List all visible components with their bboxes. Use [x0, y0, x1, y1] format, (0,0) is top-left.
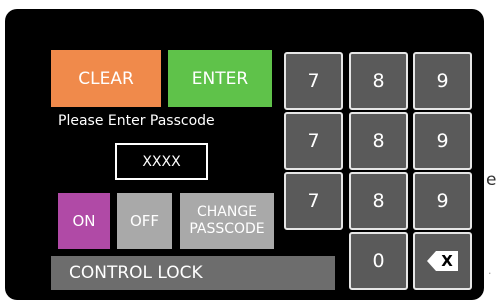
title-label: CONTROL LOCK	[69, 263, 203, 283]
key-9[interactable]: 9	[413, 112, 472, 170]
enter-button[interactable]: ENTER	[168, 50, 272, 107]
backspace-icon: X	[427, 251, 458, 271]
key-9[interactable]: 9	[413, 52, 472, 110]
passcode-prompt: Please Enter Passcode	[58, 113, 215, 129]
cropped-text-fragment-2: .	[488, 264, 492, 277]
key-7[interactable]: 7	[284, 112, 343, 170]
off-button[interactable]: OFF	[117, 193, 172, 249]
change-passcode-label-line1: CHANGE	[196, 204, 258, 221]
on-button[interactable]: ON	[58, 193, 110, 249]
key-7[interactable]: 7	[284, 172, 343, 230]
device-bezel: CLEAR ENTER Please Enter Passcode XXXX O…	[5, 9, 484, 300]
backspace-button[interactable]: X	[413, 232, 472, 290]
control-lock-title: CONTROL LOCK	[51, 256, 335, 290]
backspace-icon-label: X	[436, 251, 458, 271]
key-8[interactable]: 8	[349, 52, 408, 110]
change-passcode-button[interactable]: CHANGE PASSCODE	[180, 193, 274, 249]
cropped-text-fragment: e	[486, 170, 497, 190]
passcode-display: XXXX	[115, 143, 208, 180]
touch-screen: CLEAR ENTER Please Enter Passcode XXXX O…	[51, 48, 475, 290]
key-8[interactable]: 8	[349, 112, 408, 170]
clear-button[interactable]: CLEAR	[51, 50, 161, 107]
key-7[interactable]: 7	[284, 52, 343, 110]
key-9[interactable]: 9	[413, 172, 472, 230]
change-passcode-label-line2: PASSCODE	[189, 221, 265, 237]
key-8[interactable]: 8	[349, 172, 408, 230]
key-0[interactable]: 0	[349, 232, 408, 290]
